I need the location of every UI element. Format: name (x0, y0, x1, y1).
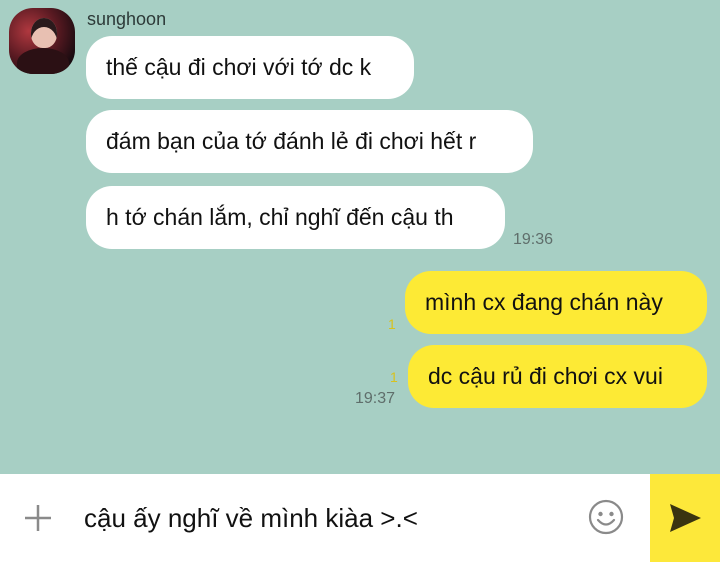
avatar[interactable] (9, 8, 75, 74)
send-icon (670, 504, 701, 532)
emoji-icon[interactable] (587, 498, 625, 536)
outgoing-message[interactable]: mình cx đang chán này (405, 271, 707, 334)
incoming-message[interactable]: h tớ chán lắm, chỉ nghĩ đến cậu th (86, 186, 505, 249)
chat-area[interactable]: sunghoon thế cậu đi chơi với tớ dc k đám… (0, 0, 720, 474)
message-timestamp: 19:36 (513, 231, 554, 248)
unread-count: 1 (388, 316, 396, 332)
message-input[interactable]: cậu ấy nghĩ về mình kiàa >.< (84, 498, 564, 538)
unread-count: 1 (390, 369, 398, 385)
input-bar: cậu ấy nghĩ về mình kiàa >.< (0, 474, 720, 562)
message-timestamp: 19:37 (355, 390, 396, 407)
avatar-shoulders (17, 48, 69, 74)
sender-name: sunghoon (87, 9, 167, 29)
outgoing-message[interactable]: dc cậu rủ đi chơi cx vui (408, 345, 707, 408)
incoming-message[interactable]: thế cậu đi chơi với tớ dc k (86, 36, 414, 99)
send-button[interactable] (650, 474, 720, 562)
avatar-head (31, 18, 57, 48)
plus-icon[interactable] (22, 502, 54, 534)
incoming-message[interactable]: đám bạn của tớ đánh lẻ đi chơi hết r (86, 110, 533, 173)
